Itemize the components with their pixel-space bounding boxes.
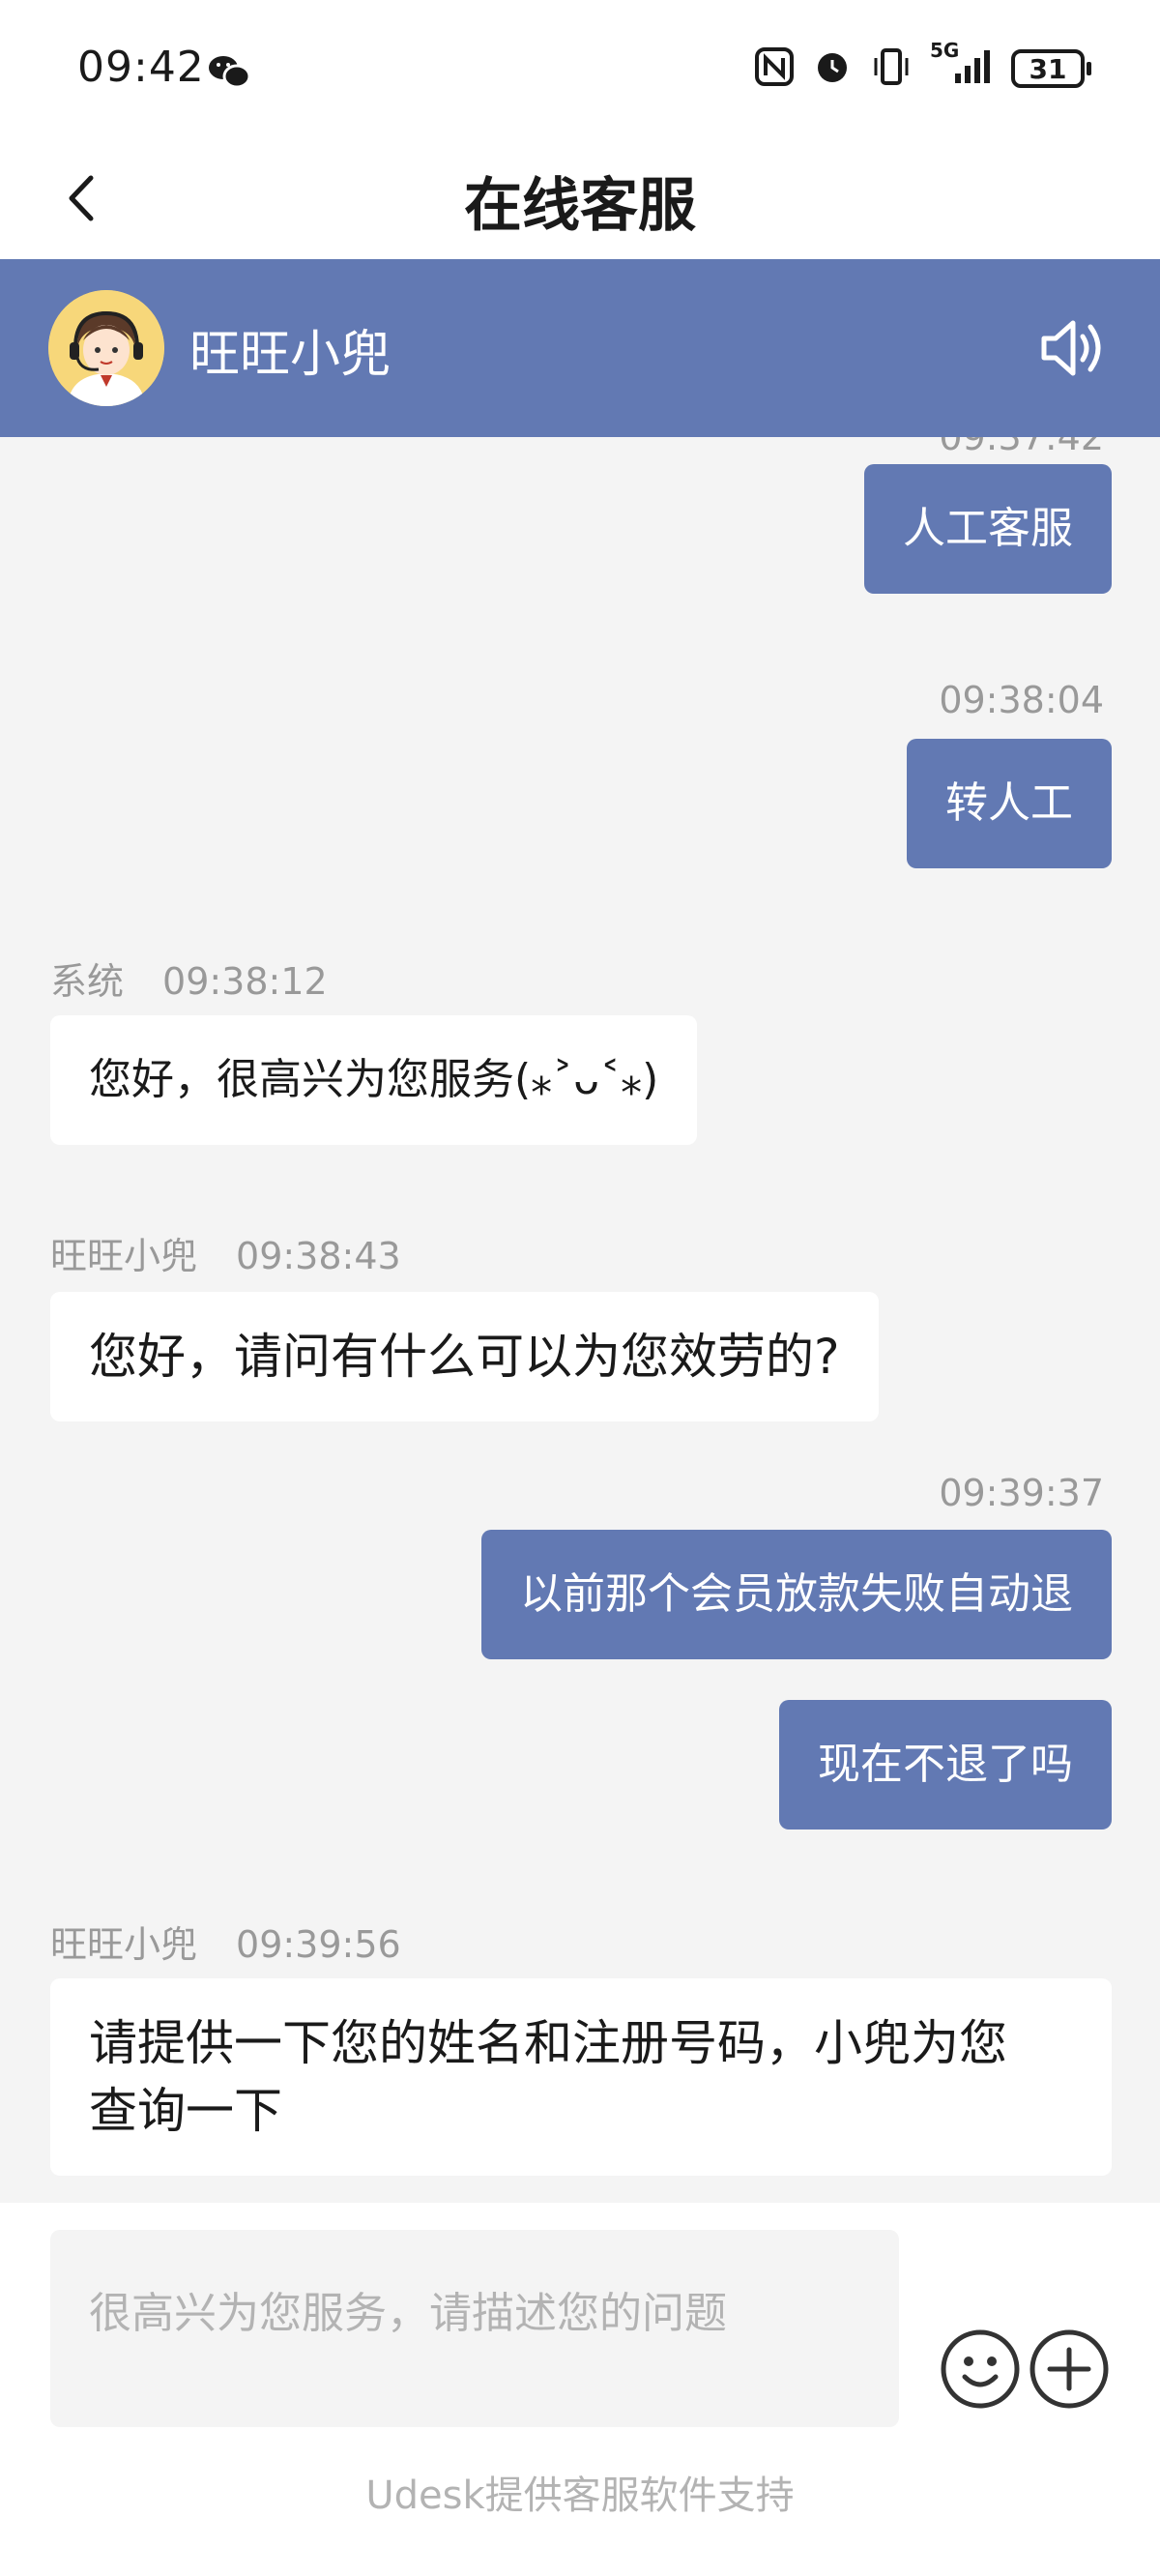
status-bar: 09:42 5G 31: [0, 0, 1160, 135]
message-timestamp: 09:39:56: [236, 1923, 401, 1966]
message-bubble: 您好，很高兴为您服务(⁎˃ᴗ˂⁎): [50, 1015, 698, 1145]
chat-area[interactable]: 09:37:42 人工客服 09:38:04 转人工 系统 09:38:12 您好…: [0, 437, 1160, 2203]
nav-bar: 在线客服: [0, 135, 1160, 259]
message-timestamp: 09:39:37: [939, 1472, 1104, 1514]
message-bubble: 现在不退了吗: [779, 1700, 1112, 1830]
message-sender: 旺旺小兜: [50, 1235, 198, 1277]
message-line: 查询一下: [89, 2083, 282, 2139]
message-bubble: 转人工: [907, 739, 1112, 868]
speaker-icon: [1034, 320, 1112, 391]
message-bubble: 您好，请问有什么可以为您效劳的?: [50, 1292, 879, 1421]
avatar: [48, 290, 164, 406]
message-bubble: 请提供一下您的姓名和注册号码，小兜为您 查询一下: [50, 1978, 1112, 2176]
vibrate-icon: [870, 46, 913, 91]
nfc-icon: [754, 46, 795, 91]
message-meta: 旺旺小兜 09:38:43: [50, 1226, 401, 1279]
status-time: 09:42: [77, 43, 205, 92]
input-area: 很高兴为您服务，请描述您的问题 Udesk提供客服软件支持: [0, 2203, 1160, 2576]
message-sender: 旺旺小兜: [50, 1923, 198, 1966]
message-timestamp: 09:38:12: [162, 960, 328, 1003]
message-input[interactable]: 很高兴为您服务，请描述您的问题: [50, 2230, 899, 2427]
message-meta: 系统 09:38:12: [50, 951, 328, 1005]
message-timestamp: 09:38:04: [939, 679, 1104, 721]
message-bubble: 人工客服: [864, 464, 1112, 594]
speaker-button[interactable]: [1034, 309, 1112, 387]
emoji-button[interactable]: [940, 2328, 1021, 2410]
agent-name: 旺旺小兜: [189, 326, 392, 384]
emoji-icon: [940, 2329, 1021, 2414]
message-timestamp: 09:38:43: [236, 1235, 401, 1277]
more-button[interactable]: [1029, 2328, 1110, 2410]
powered-by-text: Udesk提供客服软件支持: [365, 2474, 795, 2518]
signal-icon: 5G: [930, 39, 994, 91]
message-meta: 旺旺小兜 09:39:56: [50, 1915, 401, 1968]
message-sender: 系统: [50, 960, 125, 1003]
alarm-icon: [812, 46, 853, 91]
message-timestamp: 09:37:42: [939, 437, 1104, 458]
battery-icon: 31: [1011, 49, 1092, 88]
wechat-icon: [207, 52, 251, 95]
message-bubble: 以前那个会员放款失败自动退: [481, 1530, 1112, 1659]
plus-icon: [1029, 2329, 1110, 2414]
message-line: 请提供一下您的姓名和注册号码，小兜为您: [89, 2015, 1007, 2071]
page-title: 在线客服: [464, 172, 696, 240]
agent-header: 旺旺小兜: [0, 259, 1160, 437]
